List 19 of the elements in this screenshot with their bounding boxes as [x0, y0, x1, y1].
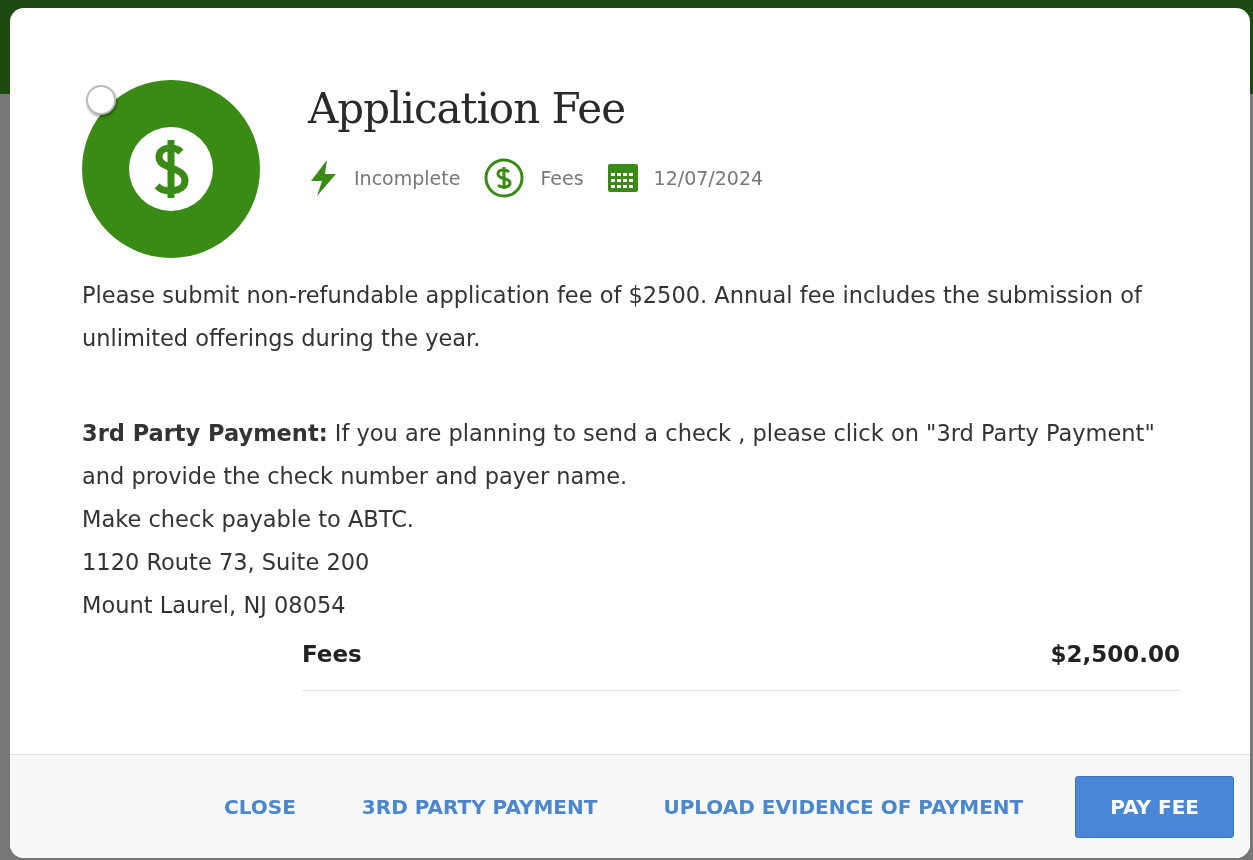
description-text: Please submit non-refundable application fee of $2500. Annual fee includes the submission of unlimited offerings during the year. — [82, 281, 1144, 353]
calendar-icon — [607, 164, 638, 193]
instruction-text: 1120 Route 73, Suite 200 — [82, 548, 371, 577]
pay-button[interactable]: PAY FEE — [1075, 775, 1234, 838]
fee-label: Fees — [302, 640, 362, 669]
fee-amount: $2,500.00 — [1050, 640, 1180, 669]
instruction-text: Mount Laurel, NJ 08054 — [82, 591, 347, 620]
date-label: 12/07/2024 — [653, 166, 764, 192]
footer-link-button[interactable]: UPLOAD EVIDENCE OF PAYMENT — [649, 781, 1038, 832]
footer-link-button[interactable]: CLOSE — [210, 781, 310, 832]
dollar-circle-icon — [484, 158, 525, 199]
lightning-icon — [308, 160, 338, 197]
instruction-text: 3rd Party Payment: If you are planning to send a check , please click on "3rd Party Payment" and provide the check number and payer name. — [82, 419, 1156, 491]
status-label: Incomplete — [354, 166, 461, 192]
category-label: Fees — [540, 166, 584, 192]
task-title: Application Fee — [308, 84, 627, 135]
footer-link-button[interactable]: 3RD PARTY PAYMENT — [347, 781, 612, 832]
instruction-text: Make check payable to ABTC. — [82, 505, 415, 534]
checkbox[interactable] — [86, 85, 116, 115]
